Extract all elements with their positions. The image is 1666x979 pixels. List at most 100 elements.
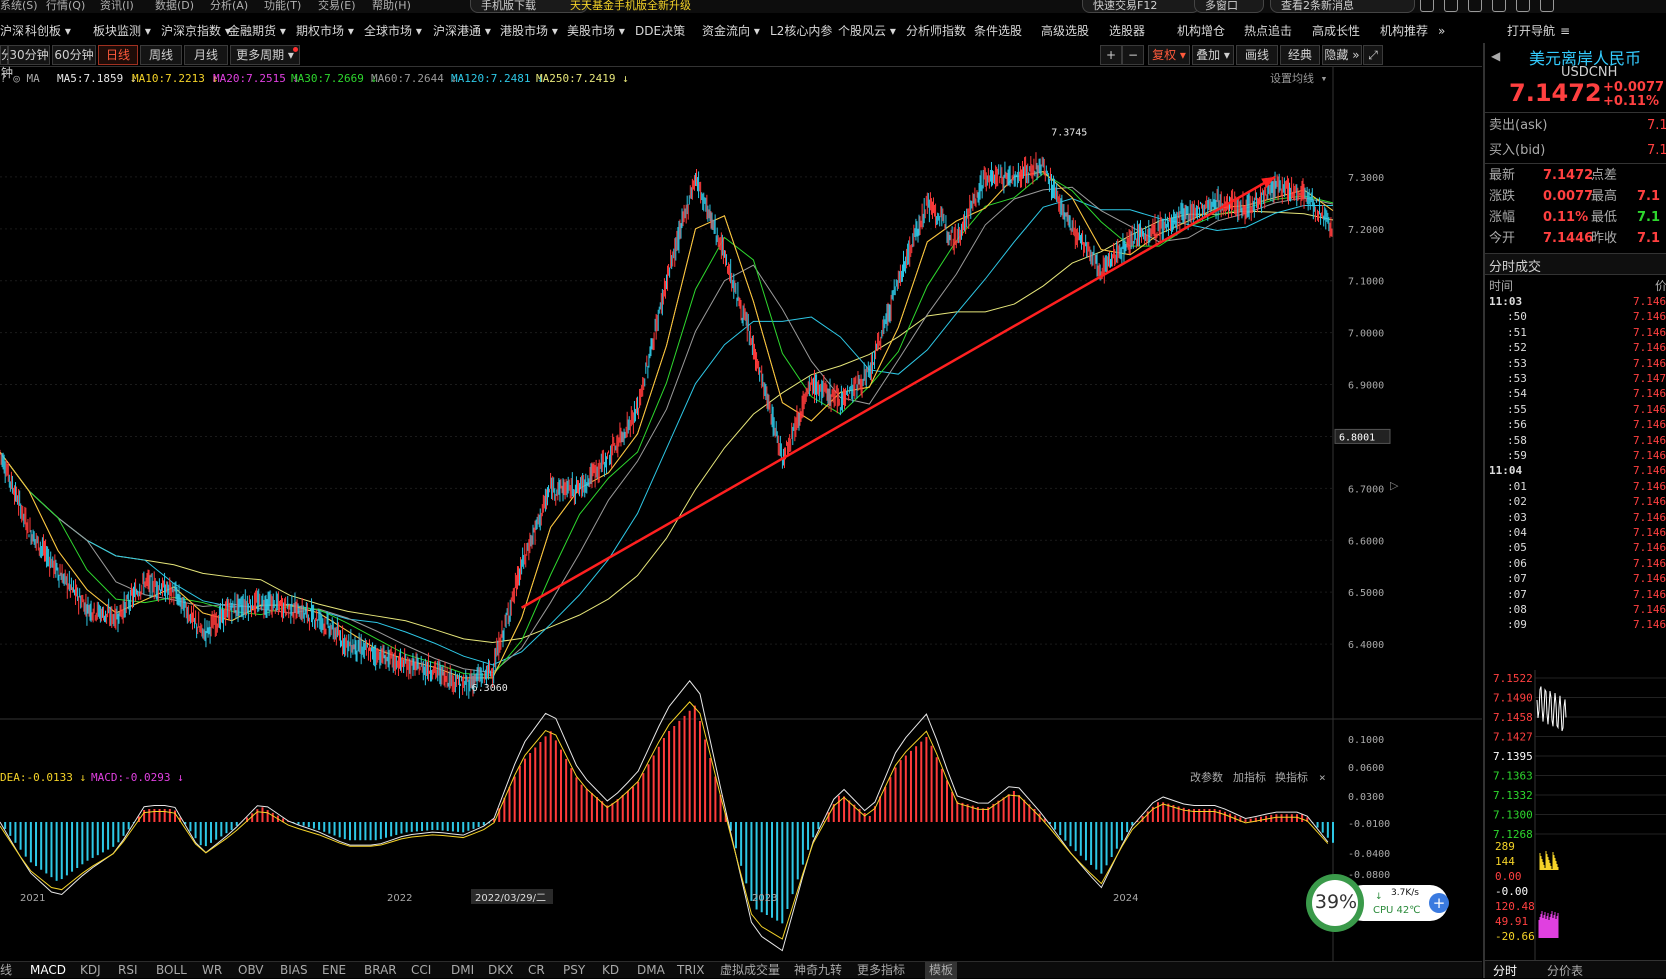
chart-tool-3[interactable]: 叠加 ▾ — [1192, 45, 1234, 65]
chart-tool-7[interactable]: ⤢ — [1363, 45, 1383, 65]
menu-item-0[interactable]: 系统(S) — [0, 0, 38, 11]
nav-item-14[interactable]: 分析师指数 — [906, 20, 966, 42]
indicator-tab-12[interactable]: DKX — [488, 962, 513, 979]
nav-item-9[interactable]: 美股市场 ▾ — [567, 20, 625, 42]
menu-item-6[interactable]: 交易(E) — [318, 0, 356, 11]
nav-item-8[interactable]: 港股市场 ▾ — [500, 20, 558, 42]
indicator-tab-0[interactable]: 线 — [0, 962, 12, 979]
menu-item-2[interactable]: 资讯(I) — [100, 0, 134, 11]
chart-tool-2[interactable]: 复权 ▾ — [1148, 45, 1190, 65]
nav-item-7[interactable]: 沪深港通 ▾ — [433, 20, 491, 42]
indicator-tab-7[interactable]: BIAS — [280, 962, 308, 979]
chart-tool-0[interactable]: + — [1100, 45, 1122, 65]
indicator-tab-13[interactable]: CR — [528, 962, 545, 979]
nav-item-16[interactable]: 高级选股 — [1041, 20, 1089, 42]
period-4[interactable]: 周线 — [140, 45, 182, 65]
indicator-tab-1[interactable]: MACD — [30, 962, 66, 979]
collapse-arrow-icon[interactable]: ◀ — [1491, 49, 1500, 63]
minimize-icon[interactable] — [1540, 0, 1554, 12]
indicator-tab-17[interactable]: TRIX — [677, 962, 704, 979]
indicator-tab-20[interactable]: 更多指标 — [857, 962, 905, 979]
chart-tool-4[interactable]: 画线 — [1236, 45, 1278, 65]
nav-item-2[interactable]: 板块监测 ▾ — [93, 20, 151, 42]
ma-settings-button[interactable]: 设置均线 ▾ — [1270, 70, 1327, 88]
nav-item-10[interactable]: DDE决策 — [635, 20, 685, 42]
stat-cell: 最新 — [1489, 168, 1516, 183]
nav-item-0[interactable]: 沪深 — [0, 20, 24, 42]
undo-icon[interactable] — [1468, 0, 1482, 12]
indicator-tab-6[interactable]: OBV — [238, 962, 264, 979]
indicator-tab-21[interactable]: 模板 — [925, 962, 958, 979]
mail-icon[interactable] — [1420, 0, 1434, 12]
nav-item-5[interactable]: 期权市场 ▾ — [296, 20, 354, 42]
messages-button[interactable]: 查看2条新消息 — [1270, 0, 1415, 13]
period-5[interactable]: 月线 — [184, 45, 228, 65]
nav-item-20[interactable]: 高成长性 — [1312, 20, 1360, 42]
nav-item-13[interactable]: 个股风云 ▾ — [838, 20, 896, 42]
nav-item-22[interactable]: » — [1438, 20, 1445, 42]
macd-action-3[interactable]: × — [1319, 769, 1326, 787]
indicator-tab-15[interactable]: KD — [602, 962, 619, 979]
nav-item-15[interactable]: 条件选股 — [974, 20, 1022, 42]
indicator-tab-18[interactable]: 虚拟成交量 — [720, 962, 780, 979]
nav-item-19[interactable]: 热点追击 — [1244, 20, 1292, 42]
menu-item-1[interactable]: 行情(Q) — [46, 0, 85, 11]
macd-tick: -0.0100 — [1348, 819, 1390, 830]
shirt-icon[interactable] — [1516, 0, 1530, 12]
price-change: +0.0077 — [1603, 80, 1665, 95]
menu-item-4[interactable]: 分析(A) — [210, 0, 248, 11]
menu-item-5[interactable]: 功能(T) — [264, 0, 301, 11]
macd-action-0[interactable]: 改参数 — [1190, 769, 1223, 787]
indicator-tab-9[interactable]: BRAR — [364, 962, 397, 979]
promo-link[interactable]: 天天基金手机版全新升级 — [560, 0, 730, 13]
indicator-tab-10[interactable]: CCI — [411, 962, 431, 979]
nav-item-17[interactable]: 选股器 — [1109, 20, 1145, 42]
nav-item-18[interactable]: 机构增仓 — [1177, 20, 1225, 42]
indicator-tab-11[interactable]: DMI — [451, 962, 474, 979]
indicator-tab-3[interactable]: RSI — [118, 962, 138, 979]
macd-action-2[interactable]: 换指标 — [1275, 769, 1308, 787]
period-2[interactable]: 60分钟 — [52, 45, 96, 65]
indicator-tab-4[interactable]: BOLL — [156, 962, 187, 979]
nav-item-6[interactable]: 全球市场 ▾ — [364, 20, 422, 42]
share-icon[interactable] — [1444, 0, 1458, 12]
indicator-tab-5[interactable]: WR — [202, 962, 222, 979]
timesales-list[interactable]: 11:03 7.146:50 7.146:51 7.146:52 7.146:53 7.1… — [1485, 294, 1666, 664]
nav-item-3[interactable]: 沪深京指数 ▾ — [161, 20, 231, 42]
chart-tool-6[interactable]: 隐藏 » — [1322, 45, 1362, 65]
kline-chart[interactable]: 7.30007.20007.10007.00006.90006.80006.70… — [0, 67, 1482, 961]
nav-item-24[interactable]: ≡ — [1560, 20, 1570, 42]
menu-item-7[interactable]: 帮助(H) — [372, 0, 411, 11]
indicator-tab-2[interactable]: KDJ — [80, 962, 101, 979]
cpu-monitor-widget[interactable]: + ↓ 39% 3.7K/s CPU 42℃ — [1305, 873, 1450, 933]
period-3[interactable]: 日线 — [98, 45, 138, 65]
indicator-tab-19[interactable]: 神奇九转 — [794, 962, 842, 979]
chart-tool-5[interactable]: 经典 — [1280, 45, 1320, 65]
expand-panel-icon[interactable]: ▷ — [1390, 479, 1399, 492]
mini-vol-tick: 120.48 — [1495, 900, 1535, 913]
right-tab-1[interactable]: 分价表 — [1547, 962, 1583, 978]
intraday-mini-chart[interactable]: 7.1522 7.1490 7.1458 7.1427 7.1395 7.1363 7.13… — [1485, 670, 1666, 960]
right-tab-0[interactable]: 分时 — [1493, 962, 1517, 978]
nav-item-4[interactable]: 金融期货 ▾ — [228, 20, 286, 42]
trend-line[interactable] — [520, 175, 1276, 609]
indicator-tab-14[interactable]: PSY — [563, 962, 585, 979]
bid-value: 7.1 — [1647, 143, 1666, 158]
period-6[interactable]: 更多周期 ▾ — [230, 45, 300, 65]
nav-item-1[interactable]: 科创板 ▾ — [25, 20, 71, 42]
period-1[interactable]: 30分钟 — [8, 45, 50, 65]
nav-item-23[interactable]: 打开导航 — [1507, 20, 1555, 42]
chart-tool-1[interactable]: − — [1122, 45, 1144, 65]
nav-item-12[interactable]: L2核心内参 — [770, 20, 832, 42]
multi-window-button[interactable]: 多窗口 — [1194, 0, 1264, 13]
nav-item-21[interactable]: 机构推荐 — [1380, 20, 1428, 42]
period-0[interactable]: 分钟 — [0, 45, 13, 80]
macd-action-1[interactable]: 加指标 — [1233, 769, 1266, 787]
nav-item-11[interactable]: 资金流向 ▾ — [702, 20, 760, 42]
fast-trade-button[interactable]: 快速交易F12 — [1082, 0, 1200, 13]
indicator-tab-16[interactable]: DMA — [637, 962, 665, 979]
menu-item-3[interactable]: 数据(D) — [155, 0, 194, 11]
home-icon[interactable] — [1492, 0, 1506, 12]
indicator-tab-8[interactable]: ENE — [322, 962, 346, 979]
timesales-row: :06 7.146 — [1485, 556, 1666, 572]
